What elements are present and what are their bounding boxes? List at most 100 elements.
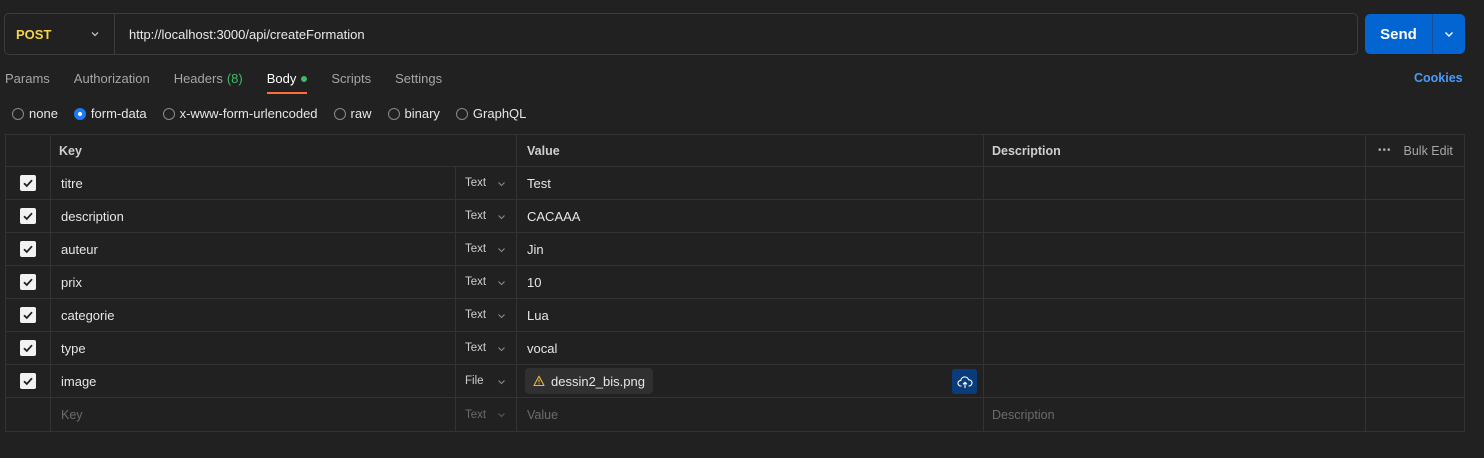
row-checkbox[interactable]: [20, 373, 36, 389]
row-checkbox[interactable]: [20, 241, 36, 257]
column-header-value: Value: [517, 135, 984, 166]
check-icon: [23, 179, 33, 188]
tab-scripts[interactable]: Scripts: [331, 70, 371, 94]
table-row: categorie Text Lua: [6, 299, 1464, 332]
radio-icon: [333, 107, 346, 120]
table-row: prix Text 10: [6, 266, 1464, 299]
row-checkbox[interactable]: [20, 175, 36, 191]
method-select[interactable]: POST: [5, 14, 115, 54]
body-type-raw[interactable]: raw: [333, 106, 372, 121]
key-cell[interactable]: categorie: [51, 299, 456, 331]
key-cell[interactable]: image: [51, 365, 456, 397]
value-cell[interactable]: Lua: [517, 299, 984, 331]
warning-icon: [533, 375, 545, 387]
key-cell[interactable]: description: [51, 200, 456, 232]
row-checkbox[interactable]: [20, 274, 36, 290]
chevron-down-icon: [498, 380, 505, 385]
table-row: type Text vocal: [6, 332, 1464, 365]
chevron-down-icon: [498, 215, 505, 220]
table-row-new: Key Text Value Description: [6, 398, 1464, 431]
type-select[interactable]: Text: [456, 299, 517, 331]
description-cell[interactable]: [984, 365, 1366, 397]
description-cell[interactable]: [984, 299, 1366, 331]
cookies-link[interactable]: Cookies: [1414, 71, 1463, 85]
headers-count: (8): [226, 71, 243, 86]
check-icon: [23, 212, 33, 221]
new-key-input[interactable]: Key: [51, 398, 456, 431]
type-select[interactable]: Text: [456, 200, 517, 232]
send-button[interactable]: Send: [1365, 14, 1433, 54]
send-button-group: Send: [1365, 14, 1465, 54]
radio-icon: [387, 107, 400, 120]
radio-icon: [12, 107, 24, 120]
value-cell[interactable]: CACAAA: [517, 200, 984, 232]
file-name: dessin2_bis.png: [551, 373, 645, 389]
send-options-button[interactable]: [1433, 14, 1465, 54]
cloud-upload-icon: [957, 375, 973, 388]
description-cell[interactable]: [984, 167, 1366, 199]
check-icon: [23, 311, 33, 320]
radio-icon: [162, 107, 175, 120]
row-checkbox[interactable]: [20, 340, 36, 356]
value-cell[interactable]: Jin: [517, 233, 984, 265]
column-header-key: Key: [51, 135, 517, 166]
file-chip[interactable]: dessin2_bis.png: [525, 368, 653, 394]
value-cell[interactable]: vocal: [517, 332, 984, 364]
table-row: image File dessin2_bis.png: [6, 365, 1464, 398]
tab-authorization[interactable]: Authorization: [74, 70, 150, 94]
chevron-down-icon: [498, 413, 505, 418]
chevron-down-icon: [498, 347, 505, 352]
body-type-binary[interactable]: binary: [387, 106, 440, 121]
type-select[interactable]: Text: [456, 266, 517, 298]
value-cell: dessin2_bis.png: [517, 365, 984, 397]
type-select[interactable]: Text: [456, 233, 517, 265]
key-cell[interactable]: auteur: [51, 233, 456, 265]
row-checkbox[interactable]: [20, 208, 36, 224]
row-checkbox[interactable]: [20, 307, 36, 323]
chevron-down-icon: [91, 32, 99, 37]
table-row: titre Text Test: [6, 167, 1464, 200]
table-row: auteur Text Jin: [6, 233, 1464, 266]
key-cell[interactable]: titre: [51, 167, 456, 199]
type-select[interactable]: Text: [456, 332, 517, 364]
tab-settings[interactable]: Settings: [395, 70, 442, 94]
form-data-table: Key Value Description ••• Bulk Edit titre…: [5, 134, 1465, 432]
body-active-dot: [301, 76, 308, 82]
tab-body[interactable]: Body: [266, 70, 308, 94]
radio-icon: [455, 107, 468, 120]
tab-headers[interactable]: Headers (8): [174, 70, 243, 94]
url-bar: POST http://localhost:3000/api/createFor…: [4, 13, 1358, 55]
column-header-description: Description: [984, 135, 1366, 166]
body-type-graphql[interactable]: GraphQL: [455, 106, 526, 121]
new-type-select[interactable]: Text: [456, 398, 517, 431]
type-select[interactable]: File: [456, 365, 517, 397]
new-value-input[interactable]: Value: [517, 398, 984, 431]
body-type-radio-group: none form-data x-www-form-urlencoded raw…: [12, 106, 542, 121]
body-type-none[interactable]: none: [12, 106, 58, 121]
description-cell[interactable]: [984, 200, 1366, 232]
upload-file-button[interactable]: [952, 369, 977, 394]
table-header: Key Value Description ••• Bulk Edit: [6, 135, 1464, 167]
method-label: POST: [16, 26, 52, 42]
description-cell[interactable]: [984, 266, 1366, 298]
chevron-down-icon: [498, 314, 505, 319]
key-cell[interactable]: prix: [51, 266, 456, 298]
value-cell[interactable]: 10: [517, 266, 984, 298]
tab-params[interactable]: Params: [5, 70, 50, 94]
description-cell[interactable]: [984, 332, 1366, 364]
description-cell[interactable]: [984, 233, 1366, 265]
body-type-urlencoded[interactable]: x-www-form-urlencoded: [162, 106, 318, 121]
type-select[interactable]: Text: [456, 167, 517, 199]
check-icon: [23, 344, 33, 353]
value-cell[interactable]: Test: [517, 167, 984, 199]
new-description-input[interactable]: Description: [984, 398, 1366, 431]
bulk-edit-button[interactable]: ••• Bulk Edit: [1366, 135, 1464, 166]
url-input[interactable]: http://localhost:3000/api/createFormatio…: [115, 27, 365, 42]
check-icon: [23, 245, 33, 254]
body-type-form-data[interactable]: form-data: [73, 106, 147, 121]
check-icon: [23, 377, 33, 386]
key-cell[interactable]: type: [51, 332, 456, 364]
chevron-down-icon: [498, 182, 505, 187]
chevron-down-icon: [1445, 32, 1453, 37]
radio-selected-icon: [73, 107, 86, 120]
